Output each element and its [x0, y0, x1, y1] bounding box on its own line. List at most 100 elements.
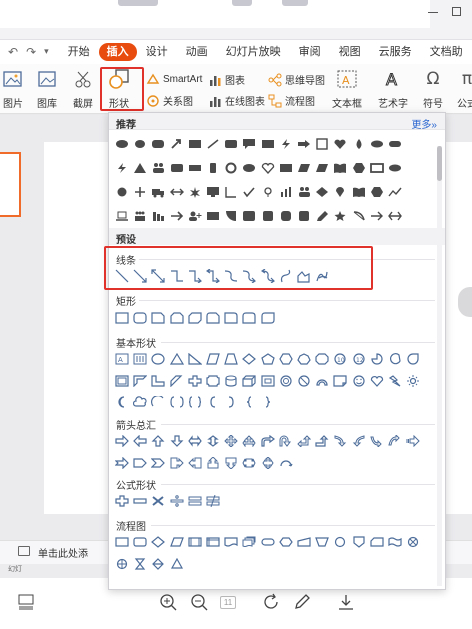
- u-turn-arrow-icon[interactable]: [277, 433, 295, 449]
- arrow-icon[interactable]: [168, 136, 186, 152]
- double-bracket-icon[interactable]: [168, 394, 186, 410]
- up-down-arrow-icon[interactable]: [204, 433, 222, 449]
- card-icon[interactable]: [368, 534, 386, 550]
- multiply-icon[interactable]: [149, 493, 167, 509]
- internal-storage-icon[interactable]: [204, 534, 222, 550]
- book-icon[interactable]: [331, 160, 349, 176]
- heart-icon[interactable]: [331, 136, 349, 152]
- pen-icon[interactable]: [313, 208, 331, 224]
- people-icon[interactable]: [131, 208, 149, 224]
- manual-operation-icon[interactable]: [313, 534, 331, 550]
- cloud-icon[interactable]: [131, 394, 149, 410]
- book-icon[interactable]: [349, 184, 367, 200]
- slide-thumbnail[interactable]: [0, 152, 21, 217]
- gallery-button[interactable]: 图库: [36, 68, 58, 110]
- decision-icon[interactable]: [149, 534, 167, 550]
- textbox-button[interactable]: A 文本框: [332, 68, 362, 110]
- rectangle-icon[interactable]: [259, 136, 277, 152]
- right-arrow-icon[interactable]: [168, 208, 186, 224]
- ellipse-icon[interactable]: [113, 136, 131, 152]
- curved-up-arrow-icon[interactable]: [368, 433, 386, 449]
- redo-icon[interactable]: ↷: [26, 45, 36, 59]
- panel-scrollbar-track[interactable]: [437, 146, 442, 586]
- ellipse-icon[interactable]: [368, 136, 386, 152]
- left-arrow-icon[interactable]: [131, 433, 149, 449]
- heart-outline-icon[interactable]: [259, 160, 277, 176]
- rounded-rect-icon[interactable]: [168, 160, 186, 176]
- lightning-icon[interactable]: [386, 373, 404, 389]
- pie-icon[interactable]: [222, 208, 240, 224]
- plus-icon[interactable]: [113, 493, 131, 509]
- heptagon-icon[interactable]: [295, 351, 313, 367]
- rounded-rect-icon[interactable]: [222, 136, 240, 152]
- collate-icon[interactable]: [131, 556, 149, 572]
- diagonal-stripe-icon[interactable]: [168, 373, 186, 389]
- layout-icon[interactable]: [16, 592, 36, 612]
- rectangle-icon[interactable]: [204, 208, 222, 224]
- people-icon[interactable]: [295, 184, 313, 200]
- smartart-button[interactable]: SmartArt: [146, 72, 202, 86]
- folded-corner-icon[interactable]: [331, 373, 349, 389]
- punched-tape-icon[interactable]: [386, 534, 404, 550]
- right-arrow-icon[interactable]: [368, 208, 386, 224]
- pin-icon[interactable]: [259, 184, 277, 200]
- connector-icon[interactable]: [331, 534, 349, 550]
- triangle-icon[interactable]: [168, 351, 186, 367]
- oval-icon[interactable]: [131, 136, 149, 152]
- predefined-process-icon[interactable]: [186, 534, 204, 550]
- bars-icon[interactable]: [149, 208, 167, 224]
- screenshot-button[interactable]: 截屏: [72, 68, 94, 110]
- donut-icon[interactable]: [277, 373, 295, 389]
- snip-diagonal-rect-icon[interactable]: [186, 310, 204, 326]
- round-diagonal-rect-icon[interactable]: [259, 310, 277, 326]
- ellipse-icon[interactable]: [240, 160, 258, 176]
- summing-junction-icon[interactable]: [404, 534, 422, 550]
- zoom-in-icon[interactable]: [158, 592, 178, 612]
- left-brace-icon[interactable]: [240, 394, 258, 410]
- up-arrow-icon[interactable]: [149, 433, 167, 449]
- ellipse-icon[interactable]: [386, 160, 404, 176]
- right-arrow-callout-icon[interactable]: [168, 455, 186, 471]
- double-arrow-icon[interactable]: [386, 208, 404, 224]
- rotate-icon[interactable]: [262, 592, 282, 612]
- user-add-icon[interactable]: [186, 208, 204, 224]
- ring-icon[interactable]: [222, 160, 240, 176]
- right-triangle-icon[interactable]: [186, 351, 204, 367]
- manual-input-icon[interactable]: [295, 534, 313, 550]
- line-icon[interactable]: [204, 136, 222, 152]
- process-icon[interactable]: [113, 534, 131, 550]
- rounded-rect-icon[interactable]: [386, 136, 404, 152]
- round-same-side-rect-icon[interactable]: [240, 310, 258, 326]
- circular-arrow-icon[interactable]: [277, 455, 295, 471]
- data-icon[interactable]: [168, 534, 186, 550]
- hexagon-icon[interactable]: [368, 184, 386, 200]
- flowchart-button[interactable]: 流程图: [268, 93, 315, 108]
- down-arrow-icon[interactable]: [168, 433, 186, 449]
- curved-down-arrow-icon[interactable]: [386, 433, 404, 449]
- download-icon[interactable]: [336, 592, 356, 612]
- no-symbol-icon[interactable]: [295, 373, 313, 389]
- chart-button[interactable]: 图表: [208, 72, 245, 87]
- chevron-down-icon[interactable]: ▾: [44, 47, 49, 57]
- rectangle-icon[interactable]: [186, 136, 204, 152]
- hexagon-icon[interactable]: [349, 160, 367, 176]
- equal-icon[interactable]: [186, 493, 204, 509]
- callout-icon[interactable]: [240, 136, 258, 152]
- octagon-icon[interactable]: [313, 351, 331, 367]
- starburst-icon[interactable]: [186, 184, 204, 200]
- vertical-textbox-icon[interactable]: [131, 351, 149, 367]
- quad-arrow-callout-icon[interactable]: [259, 455, 277, 471]
- rounded-rect-icon[interactable]: [295, 208, 313, 224]
- lightning-icon[interactable]: [113, 160, 131, 176]
- half-frame-icon[interactable]: [131, 373, 149, 389]
- extract-icon[interactable]: [168, 556, 186, 572]
- online-chart-button[interactable]: 在线图表: [208, 93, 265, 108]
- relation-chart-button[interactable]: 关系图: [146, 93, 193, 108]
- pentagon-icon[interactable]: [259, 351, 277, 367]
- page-indicator[interactable]: 11: [218, 592, 238, 612]
- frame-icon[interactable]: [113, 373, 131, 389]
- cube-icon[interactable]: [240, 373, 258, 389]
- picture-button[interactable]: 图片: [2, 68, 24, 110]
- block-arc-icon[interactable]: [313, 373, 331, 389]
- document-icon[interactable]: [222, 534, 240, 550]
